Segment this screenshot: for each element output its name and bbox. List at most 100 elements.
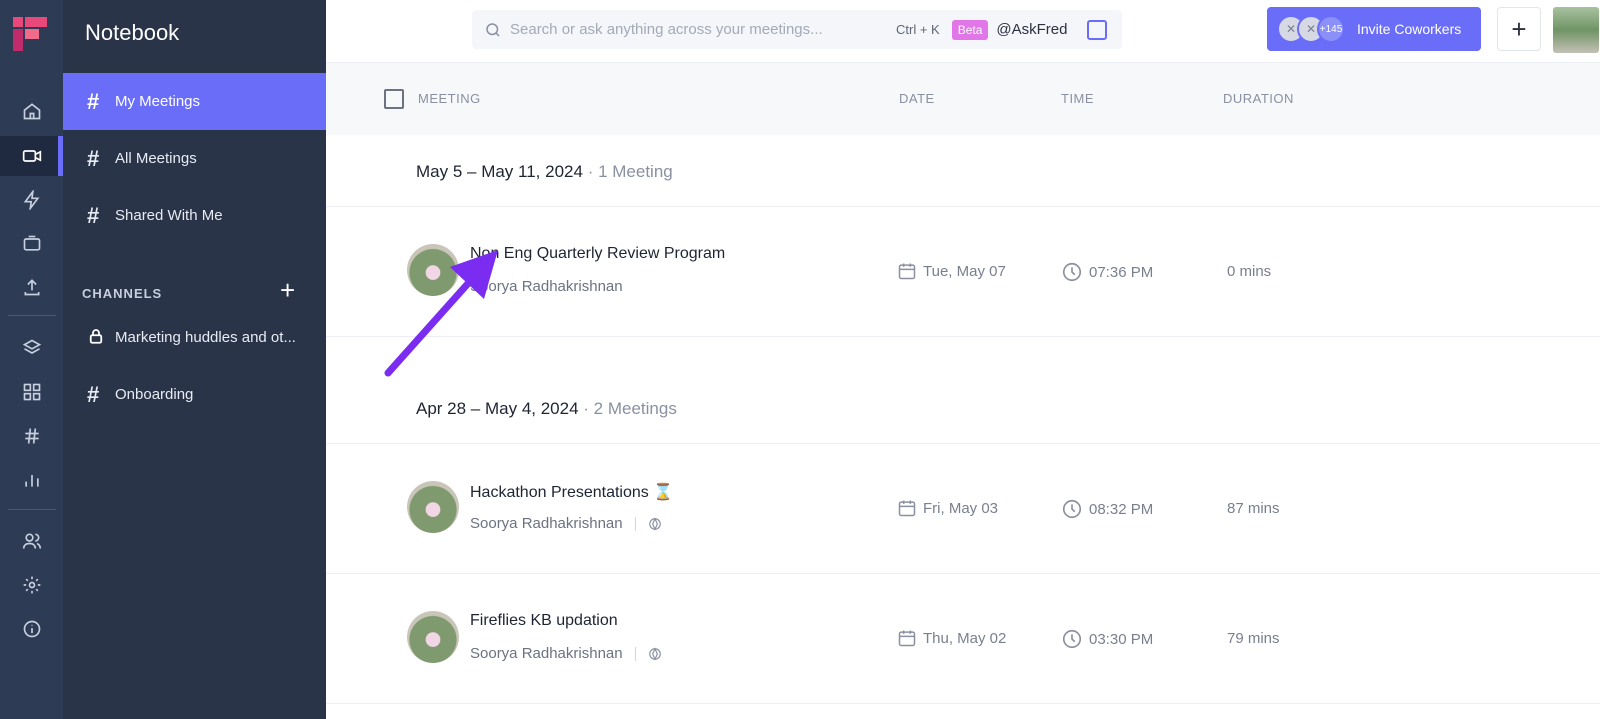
- shortcut-hint: Ctrl + K: [896, 22, 940, 37]
- date-text: Thu, May 02: [923, 629, 1007, 647]
- select-all-checkbox[interactable]: [384, 89, 404, 109]
- separator-dot: ·: [583, 399, 594, 418]
- channel-item-marketing[interactable]: Marketing huddles and ot...: [63, 309, 326, 366]
- search-bar[interactable]: Ctrl + K Beta @AskFred: [472, 10, 1122, 49]
- column-header-date[interactable]: DATE: [899, 91, 935, 106]
- coworker-count-badge: +145: [1317, 15, 1345, 43]
- owner-name: Soorya Radhakrishnan: [470, 645, 623, 662]
- sidebar-item-label: Shared With Me: [115, 207, 223, 224]
- rail-divider: [8, 509, 56, 510]
- calendar-icon: [898, 500, 916, 517]
- notebook-sidebar: Notebook # My Meetings # All Meetings # …: [63, 0, 326, 719]
- people-icon[interactable]: [0, 521, 63, 561]
- meeting-owner: Soorya Radhakrishnan: [470, 515, 662, 532]
- info-icon[interactable]: [0, 609, 63, 649]
- clock-icon: [1062, 262, 1082, 282]
- week-group-title: May 5 – May 11, 2024 · 1 Meeting: [416, 162, 673, 182]
- column-header-meeting[interactable]: MEETING: [418, 91, 481, 106]
- meeting-row[interactable]: Hackathon Presentations ⌛ Soorya Radhakr…: [326, 444, 1600, 574]
- sidebar-item-all-meetings[interactable]: # All Meetings: [63, 130, 326, 187]
- channel-item-onboarding[interactable]: # Onboarding: [63, 366, 326, 423]
- date-text: Fri, May 03: [923, 499, 999, 517]
- week-range: May 5 – May 11, 2024: [416, 162, 583, 181]
- date-text: Tue, May 07: [923, 262, 1006, 280]
- sidebar-item-my-meetings[interactable]: # My Meetings: [63, 73, 326, 130]
- analytics-icon[interactable]: [0, 460, 63, 500]
- sidebar-item-shared-with-me[interactable]: # Shared With Me: [63, 187, 326, 244]
- avatar: [407, 244, 459, 296]
- search-input[interactable]: [510, 21, 890, 38]
- meeting-count: 1 Meeting: [598, 162, 673, 181]
- channels-heading: CHANNELS: [82, 286, 163, 301]
- week-group-header: Apr 28 – May 4, 2024 · 2 Meetings: [326, 372, 1600, 444]
- upload-meetings-icon[interactable]: [0, 224, 63, 264]
- shared-icon: [648, 646, 661, 661]
- meeting-duration: 87 mins: [1227, 500, 1280, 517]
- calendar-icon: [898, 630, 916, 647]
- avatar: [407, 481, 459, 533]
- home-icon[interactable]: [0, 91, 63, 131]
- rail-divider: [8, 315, 56, 316]
- sidebar-title: Notebook: [85, 20, 180, 45]
- video-icon[interactable]: [0, 136, 63, 176]
- settings-icon[interactable]: [0, 565, 63, 605]
- shared-icon: [648, 516, 661, 531]
- meeting-time: 07:36 PM: [1061, 261, 1153, 283]
- askfred-label[interactable]: @AskFred: [996, 21, 1067, 38]
- top-bar: Ctrl + K Beta @AskFred ✕ ✕ +145 Invite C…: [326, 0, 1600, 63]
- time-text: 08:32 PM: [1089, 500, 1154, 518]
- askfred-toggle[interactable]: [1087, 19, 1108, 40]
- meeting-row[interactable]: Fireflies KB updation Soorya Radhakrishn…: [326, 574, 1600, 704]
- meeting-row[interactable]: Non Eng Quarterly Review Program Soorya …: [326, 207, 1600, 337]
- profile-avatar[interactable]: [1553, 7, 1599, 53]
- week-range: Apr 28 – May 4, 2024: [416, 399, 579, 418]
- meeting-owner: Soorya Radhakrishnan: [470, 645, 662, 662]
- time-text: 07:36 PM: [1089, 263, 1154, 281]
- new-item-button[interactable]: +: [1497, 7, 1541, 51]
- column-header-time[interactable]: TIME: [1061, 91, 1094, 106]
- beta-badge: Beta: [951, 19, 989, 40]
- grid-icon[interactable]: [0, 372, 63, 412]
- lightning-icon[interactable]: [0, 180, 63, 220]
- hash-icon: #: [87, 145, 100, 171]
- add-channel-button[interactable]: +: [280, 277, 295, 303]
- coworker-avatars: ✕ ✕ +145: [1277, 15, 1357, 43]
- invite-coworkers-button[interactable]: ✕ ✕ +145 Invite Coworkers: [1267, 7, 1481, 51]
- icon-rail: [0, 0, 63, 719]
- week-group-header: May 5 – May 11, 2024 · 1 Meeting: [326, 135, 1600, 207]
- meeting-duration: 79 mins: [1227, 630, 1280, 647]
- hash-icon: #: [87, 202, 100, 228]
- hash-icon: #: [87, 381, 100, 407]
- meeting-date: Tue, May 07: [897, 261, 1006, 281]
- meeting-date: Thu, May 02: [897, 628, 1006, 648]
- meeting-duration: 0 mins: [1227, 263, 1272, 280]
- meeting-owner: Soorya Radhakrishnan: [470, 278, 623, 295]
- table-header: MEETING DATE TIME DURATION: [326, 63, 1600, 135]
- meeting-title[interactable]: Non Eng Quarterly Review Program: [470, 245, 725, 263]
- owner-name: Soorya Radhakrishnan: [470, 515, 623, 532]
- meeting-date: Fri, May 03: [897, 498, 998, 518]
- column-header-duration[interactable]: DURATION: [1223, 91, 1294, 106]
- layers-icon[interactable]: [0, 328, 63, 368]
- time-text: 03:30 PM: [1089, 630, 1154, 648]
- owner-name: Soorya Radhakrishnan: [470, 278, 623, 295]
- week-group-title: Apr 28 – May 4, 2024 · 2 Meetings: [416, 399, 677, 419]
- hash-icon[interactable]: [0, 416, 63, 456]
- fireflies-logo-icon[interactable]: [13, 17, 49, 53]
- clock-icon: [1062, 499, 1082, 519]
- hash-icon: #: [87, 88, 100, 114]
- lock-icon: [87, 325, 115, 351]
- search-icon: [486, 22, 500, 37]
- channel-label: Marketing huddles and ot...: [115, 329, 296, 346]
- separator-dot: ·: [587, 162, 599, 181]
- calendar-icon: [898, 263, 916, 280]
- divider: [634, 646, 636, 661]
- divider: [634, 516, 636, 531]
- channel-label: Onboarding: [115, 386, 194, 403]
- meeting-title[interactable]: Fireflies KB updation: [470, 612, 618, 630]
- clock-icon: [1062, 629, 1082, 649]
- sidebar-item-label: My Meetings: [115, 93, 201, 110]
- meeting-title[interactable]: Hackathon Presentations ⌛: [470, 482, 673, 502]
- upload-icon[interactable]: [0, 267, 63, 307]
- meeting-time: 03:30 PM: [1061, 628, 1153, 650]
